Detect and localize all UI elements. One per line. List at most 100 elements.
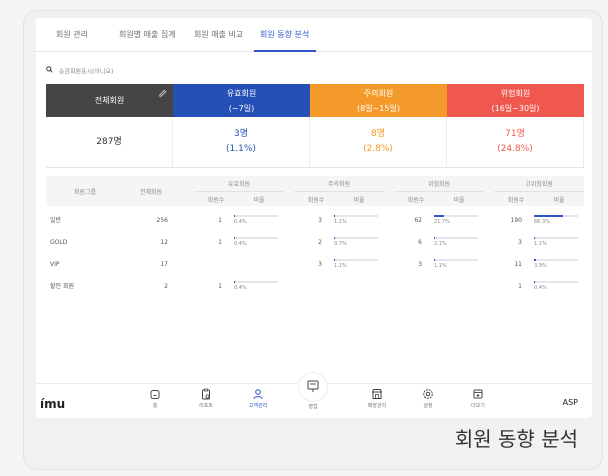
ratio-percent: 0.4%	[534, 285, 547, 291]
nav-more[interactable]: 더보기	[458, 388, 498, 418]
nav-report[interactable]: 리포트	[186, 388, 226, 418]
imu-logo: ímu	[40, 397, 66, 411]
more-icon	[458, 388, 498, 400]
ratio-percent: 2.1%	[434, 241, 447, 247]
app-screen: 회원 관리 회원별 매출 집계 회원 매출 비교 회원 동향 분석 송감회원표시…	[36, 18, 592, 418]
sub-header-count: 회원수	[407, 197, 425, 204]
nav-report-label: 리포트	[199, 403, 213, 409]
ratio-bar: 1.1%	[534, 236, 578, 250]
header-divider	[194, 191, 284, 192]
row-total-count: 256	[156, 217, 168, 224]
store-icon	[357, 388, 397, 400]
ratio-bar-track	[334, 237, 378, 239]
sub-header-ratio: 비율	[553, 197, 565, 204]
ratio-bar: 1.1%	[334, 214, 378, 228]
summary-valid-header: 유효회원 (~7일)	[173, 84, 310, 117]
filter-bar[interactable]: 송감회원표시(아니요)	[46, 66, 113, 78]
row-member-count: 3	[318, 261, 322, 268]
tab-member-management[interactable]: 회원 관리	[56, 18, 88, 52]
tab-member-trend[interactable]: 회원 동향 분석	[260, 18, 309, 52]
nav-settings[interactable]: 설정	[408, 388, 448, 418]
summary-caution-count: 8명	[370, 129, 385, 139]
ratio-bar-track	[534, 281, 578, 283]
nav-sales[interactable]	[298, 372, 328, 402]
ratio-percent: 1.1%	[434, 263, 447, 269]
table-row[interactable]: 일반 256 1 0.4% 3 1.1% 62 21.7% 190 66.3%	[46, 210, 584, 232]
summary-total-header: 전체회원	[46, 84, 173, 117]
ratio-percent: 21.7%	[434, 219, 450, 225]
ratio-bar-track	[234, 237, 278, 239]
nav-store[interactable]: 매장관리	[357, 388, 397, 418]
ratio-bar: 0.4%	[234, 214, 278, 228]
active-tab-indicator	[254, 50, 316, 52]
row-member-count: 11	[514, 261, 522, 268]
nav-customer[interactable]: 고객관리	[238, 388, 278, 418]
search-icon	[46, 66, 53, 78]
tab-sales-comparison[interactable]: 회원 매출 비교	[194, 18, 243, 52]
ratio-percent: 1.1%	[334, 263, 347, 269]
row-member-count: 1	[218, 283, 222, 290]
row-group-name: 할인 회원	[50, 283, 74, 290]
ratio-percent: 0.4%	[234, 241, 247, 247]
summary-risk-count: 71명	[505, 129, 525, 139]
row-member-count: 6	[418, 239, 422, 246]
ratio-bar-track	[534, 259, 578, 261]
ratio-percent: 0.7%	[334, 241, 347, 247]
filter-text: 송감회원표시(아니요)	[58, 68, 114, 76]
ratio-bar-track	[334, 215, 378, 217]
summary-valid: 유효회원 (~7일) 3명 (1.1%)	[173, 84, 310, 168]
summary-risk-body: 71명 (24.8%)	[447, 117, 584, 168]
tab-sales-by-member[interactable]: 회원별 매출 집계	[119, 18, 176, 52]
ratio-bar: 1.1%	[434, 258, 478, 272]
ratio-bar-track	[334, 259, 378, 261]
ratio-bar-fill	[334, 259, 335, 261]
summary-valid-body: 3명 (1.1%)	[173, 117, 310, 168]
summary-caution-body: 8명 (2.8%)	[310, 117, 447, 168]
ratio-percent: 0.4%	[234, 219, 247, 225]
summary-risk-header: 위험회원 (16일~30일)	[447, 84, 584, 117]
table-row[interactable]: VIP 17 3 1.1% 3 1.1% 11 3.9%	[46, 254, 584, 276]
ratio-bar-fill	[234, 281, 235, 283]
row-member-count: 3	[318, 217, 322, 224]
nav-home[interactable]: 홈	[135, 388, 175, 418]
nav-more-label: 더보기	[471, 403, 485, 409]
table-row[interactable]: 할인 회원 2 1 0.4% 1 0.4%	[46, 276, 584, 298]
ratio-bar: 21.7%	[434, 214, 478, 228]
ratio-percent: 0.4%	[234, 285, 247, 291]
row-group-name: VIP	[50, 261, 60, 268]
summary-caution-pct: (2.8%)	[363, 144, 393, 154]
nav-customer-label: 고객관리	[248, 403, 268, 409]
ratio-bar-track	[234, 281, 278, 283]
nav-sales-label: 영업	[308, 404, 318, 410]
ratio-bar-fill	[434, 215, 444, 217]
asp-label[interactable]: ASP	[563, 398, 578, 407]
row-member-count: 2	[318, 239, 322, 246]
ratio-bar: 1.1%	[334, 258, 378, 272]
summary-valid-count: 3명	[233, 129, 248, 139]
row-total-count: 12	[160, 239, 168, 246]
row-group-name: 일반	[50, 217, 62, 224]
report-icon	[186, 388, 226, 400]
table-row[interactable]: GOLD 12 1 0.4% 2 0.7% 6 2.1% 3 1.1%	[46, 232, 584, 254]
sub-header-ratio: 비율	[253, 197, 265, 204]
summary-total: 전체회원 287명	[46, 84, 173, 168]
summary-caution-subtitle: (8일~15일)	[357, 103, 400, 113]
home-icon	[135, 388, 175, 400]
page-caption: 회원 동향 분석	[454, 427, 578, 451]
row-member-count: 190	[510, 217, 522, 224]
summary-valid-pct: (1.1%)	[226, 144, 256, 154]
summary-risk-title: 위험회원	[500, 88, 531, 98]
ratio-bar-fill	[334, 237, 335, 239]
ratio-bar: 0.4%	[234, 236, 278, 250]
ratio-percent: 66.3%	[534, 219, 550, 225]
table-header: 회원그룹 전체회원 유효회원 주의회원 위험회원 고위험회원 회원수 비율 회원…	[46, 176, 584, 206]
edit-icon[interactable]	[158, 88, 167, 103]
person-icon	[238, 388, 278, 400]
sub-header-count: 회원수	[307, 197, 325, 204]
summary-risk-pct: (24.8%)	[497, 144, 533, 154]
ratio-percent: 3.9%	[534, 263, 547, 269]
row-member-count: 1	[218, 217, 222, 224]
row-total-count: 2	[164, 283, 168, 290]
summary-caution-header: 주의회원 (8일~15일)	[310, 84, 447, 117]
ratio-bar-fill	[234, 237, 235, 239]
